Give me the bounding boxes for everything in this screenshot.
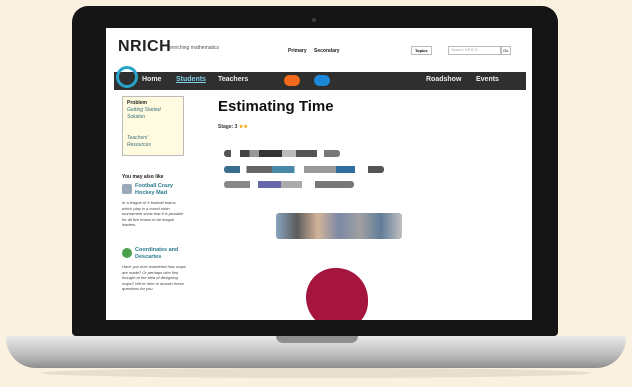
link-teachers[interactable]: Teachers' [127, 135, 148, 141]
site-tagline: enriching mathematics [169, 45, 220, 51]
nav-teachers[interactable]: Teachers [218, 76, 248, 83]
link-solution[interactable]: Solution [127, 114, 145, 120]
nav-students[interactable]: Students [176, 76, 206, 83]
stage-label: Stage: 3 ★★ [218, 124, 248, 130]
camera-icon [312, 18, 316, 22]
laptop-screen: NRICH enriching mathematics Primary Seco… [106, 28, 532, 320]
link-getting-started[interactable]: Getting Started [127, 107, 161, 113]
football-icon [122, 184, 132, 194]
main-nav: Home Students Teachers Roadshow Events [114, 66, 526, 90]
also-like-heading: You may also like [122, 174, 164, 180]
orange-pill-icon[interactable] [284, 75, 300, 86]
nav-roadshow[interactable]: Roadshow [426, 76, 461, 83]
related-blurb-2: Have you ever wondered how maps are made… [122, 264, 186, 291]
link-resources[interactable]: Resources [127, 142, 151, 148]
section-primary[interactable]: Primary [288, 48, 307, 54]
related-title-2[interactable]: Coordinates and Descartes [135, 247, 185, 261]
laptop-notch [276, 336, 358, 343]
blurred-text-row [224, 166, 384, 173]
nav-home[interactable]: Home [142, 76, 161, 83]
section-secondary[interactable]: Secondary [314, 48, 340, 54]
red-blob-graphic [306, 268, 368, 320]
laptop-base [6, 336, 626, 368]
globe-icon [122, 248, 132, 258]
related-title-1[interactable]: Football Crazy Hockey Mad [135, 183, 185, 197]
page-title: Estimating Time [218, 98, 334, 115]
search-input[interactable]: Search NRICH [448, 46, 502, 55]
laptop-shadow [40, 368, 592, 378]
blue-pill-icon[interactable] [314, 75, 330, 86]
related-blurb-1: In a league of 5 football teams which pl… [122, 200, 184, 227]
problem-box-title: Problem [127, 100, 148, 106]
nav-events[interactable]: Events [476, 76, 499, 83]
site-logo[interactable]: NRICH [118, 38, 171, 56]
section-links: Primary Secondary [288, 48, 346, 54]
site-header: NRICH enriching mathematics Primary Seco… [106, 28, 532, 68]
blurred-text-row [224, 150, 340, 157]
blurred-image [276, 213, 402, 239]
topics-button[interactable]: Topics [411, 46, 432, 55]
blurred-text-row [224, 181, 354, 188]
problem-box: Problem Getting Started Solution Teacher… [122, 96, 184, 156]
search-go-button[interactable]: Go [500, 46, 512, 55]
swirl-logo-icon [116, 66, 138, 88]
stage-text: Stage: 3 [218, 124, 238, 130]
stage-stars-icon: ★★ [238, 124, 248, 130]
